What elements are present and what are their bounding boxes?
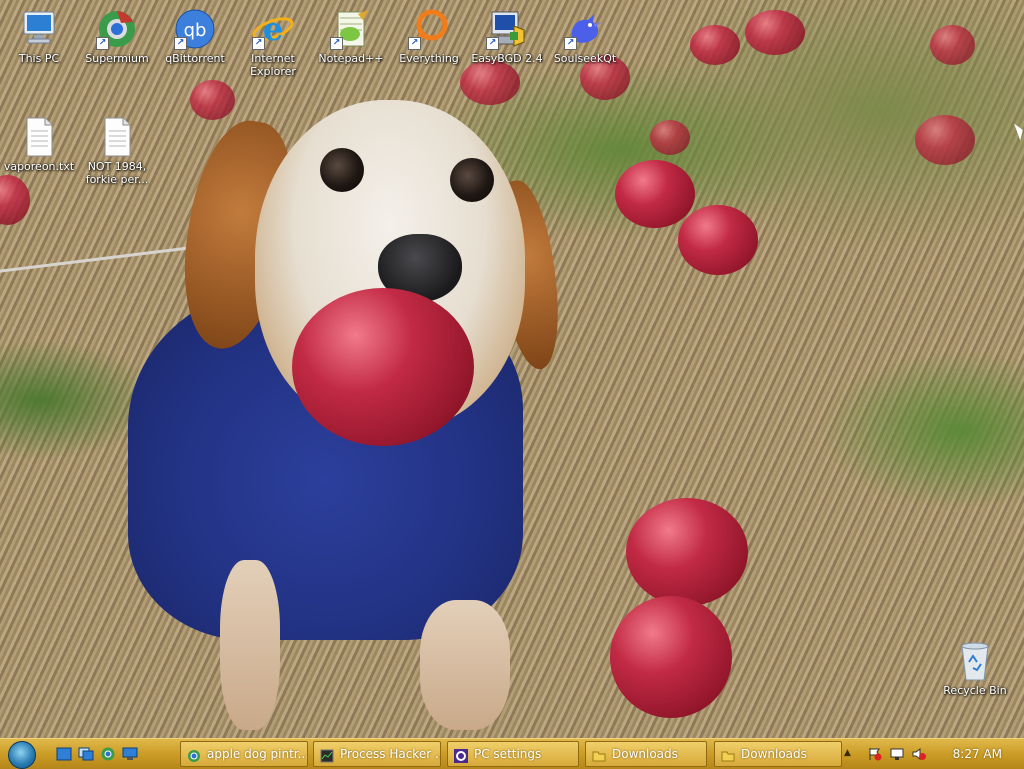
volume-muted-icon[interactable] xyxy=(912,747,926,761)
apple xyxy=(745,10,805,55)
desktop-icon-not-1984[interactable]: NOT 1984, forkie per... xyxy=(79,116,155,186)
desktop-icon-notepad-plus-plus[interactable]: ↗ Notepad++ xyxy=(313,8,389,65)
desktop-icon-label: Everything xyxy=(399,52,459,65)
desktop-icon-internet-explorer[interactable]: e ↗ Internet Explorer xyxy=(235,8,311,78)
recycle-bin-icon xyxy=(954,640,996,682)
task-button-downloads[interactable]: Downloads xyxy=(714,741,842,767)
dog-eye xyxy=(450,158,494,202)
dog-leg xyxy=(420,600,510,730)
desktop-icon-label: Internet Explorer xyxy=(250,52,296,78)
task-button-pc-settings[interactable]: PC settings xyxy=(447,741,579,767)
apple xyxy=(690,25,740,65)
shortcut-arrow-icon: ↗ xyxy=(486,37,499,50)
desktop-icon[interactable] xyxy=(122,747,138,761)
desktop-icon-soulseekqt[interactable]: ↗ SoulseekQt xyxy=(547,8,623,65)
desktop-icon-vaporeon-txt[interactable]: vaporeon.txt xyxy=(1,116,77,173)
show-hidden-icons-chevron[interactable]: ▲ xyxy=(844,748,858,762)
desktop-icon-label: Supermium xyxy=(85,52,149,65)
apple xyxy=(930,25,975,65)
task-label: Process Hacker ... xyxy=(340,747,441,761)
text-file-icon xyxy=(18,116,60,158)
dog-eye xyxy=(320,148,364,192)
task-label: PC settings xyxy=(474,747,542,761)
dog-leg xyxy=(220,560,280,730)
text-file-icon xyxy=(96,116,138,158)
desktop-icon-everything[interactable]: ↗ Everything xyxy=(391,8,467,65)
shortcut-arrow-icon: ↗ xyxy=(330,37,343,50)
browser-icon[interactable] xyxy=(100,747,116,761)
qbittorrent-icon: qb ↗ xyxy=(174,8,216,50)
action-center-flag-icon[interactable] xyxy=(868,747,882,761)
apple xyxy=(626,498,748,606)
shortcut-arrow-icon: ↗ xyxy=(564,37,577,50)
window-switcher-icon[interactable] xyxy=(78,747,94,761)
desktop-icon-label: Notepad++ xyxy=(318,52,384,65)
shortcut-arrow-icon: ↗ xyxy=(252,37,265,50)
desktop-icon-recycle-bin[interactable]: Recycle Bin xyxy=(937,640,1013,697)
apple-in-mouth xyxy=(292,288,474,446)
desktop-icon-this-pc[interactable]: This PC xyxy=(1,8,77,65)
task-button-browser[interactable]: apple dog pintr... xyxy=(180,741,308,767)
apple xyxy=(610,596,732,718)
taskbar: apple dog pintr... Process Hacker ... PC… xyxy=(0,738,1024,769)
computer-icon xyxy=(18,8,60,50)
desktop-icon-label: EasyBGD 2.4 xyxy=(471,52,543,65)
shortcut-arrow-icon: ↗ xyxy=(96,37,109,50)
desktop-icon-label: vaporeon.txt xyxy=(3,160,75,173)
desktop-icon-label: SoulseekQt xyxy=(553,52,617,65)
apple xyxy=(460,60,520,105)
desktop-icon-supermium[interactable]: ↗ Supermium xyxy=(79,8,155,65)
internet-explorer-icon: e ↗ xyxy=(252,8,294,50)
desktop-icon-qbittorrent[interactable]: qb ↗ qBittorrent xyxy=(157,8,233,65)
start-button[interactable] xyxy=(8,741,36,769)
soulseek-bird-icon: ↗ xyxy=(564,8,606,50)
gear-icon xyxy=(454,747,468,763)
task-button-downloads[interactable]: Downloads xyxy=(585,741,707,767)
task-label: apple dog pintr... xyxy=(207,747,308,761)
shortcut-arrow-icon: ↗ xyxy=(408,37,421,50)
desktop-wallpaper xyxy=(0,0,1024,738)
dog-leash xyxy=(0,245,200,274)
folder-icon xyxy=(592,747,606,762)
network-icon[interactable] xyxy=(890,747,904,761)
desktop-icon-label: NOT 1984, forkie per... xyxy=(85,160,149,186)
apple xyxy=(678,205,758,275)
svg-text:e: e xyxy=(263,10,283,48)
system-tray: ▲ 8:27 AM xyxy=(844,739,1024,769)
apple xyxy=(615,160,695,228)
browser-globe-icon: ↗ xyxy=(96,8,138,50)
apple xyxy=(915,115,975,165)
apple xyxy=(650,120,690,155)
show-desktop-icon[interactable] xyxy=(56,747,72,761)
desktop-icon-label: qBittorrent xyxy=(165,52,225,65)
everything-search-icon: ↗ xyxy=(408,8,450,50)
browser-icon xyxy=(187,747,201,762)
desktop-icon-easybgd[interactable]: ↗ EasyBGD 2.4 xyxy=(469,8,545,65)
desktop-icon-label: Recycle Bin xyxy=(943,684,1007,697)
apple xyxy=(190,80,235,120)
process-hacker-icon xyxy=(320,747,334,763)
notepad-plus-plus-icon: ↗ xyxy=(330,8,372,50)
apple xyxy=(0,175,30,225)
clock[interactable]: 8:27 AM xyxy=(953,747,1002,761)
folder-icon xyxy=(721,747,735,762)
task-label: Downloads xyxy=(612,747,678,761)
easybgd-icon: ↗ xyxy=(486,8,528,50)
task-button-process-hacker[interactable]: Process Hacker ... xyxy=(313,741,441,767)
shortcut-arrow-icon: ↗ xyxy=(174,37,187,50)
desktop-icon-label: This PC xyxy=(18,52,60,65)
task-label: Downloads xyxy=(741,747,807,761)
